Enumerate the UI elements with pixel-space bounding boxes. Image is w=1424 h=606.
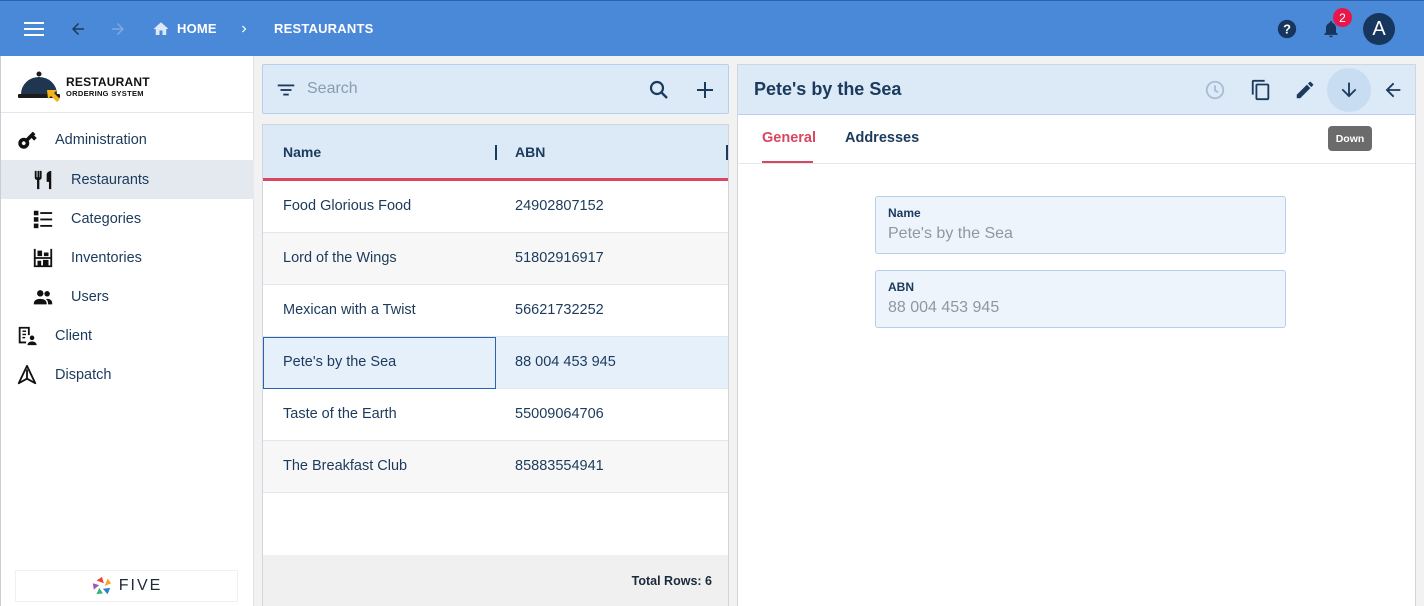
table-row[interactable]: Mexican with a Twist 56621732252 [263, 285, 728, 337]
svg-text:?: ? [1283, 22, 1291, 37]
forward-arrow-icon[interactable] [104, 15, 132, 43]
cell-name: Food Glorious Food [283, 198, 412, 214]
cell-name: Taste of the Earth [283, 406, 397, 422]
field-value: Pete's by the Sea [888, 225, 1013, 242]
menu-icon[interactable] [20, 15, 48, 43]
cloche-logo-icon [18, 71, 60, 102]
client-icon [15, 324, 39, 348]
copy-icon[interactable] [1247, 76, 1275, 104]
tab-addresses[interactable]: Addresses [845, 130, 919, 146]
sidebar-item-administration[interactable]: Administration [1, 120, 254, 159]
table-footer: Total Rows: 6 [263, 555, 728, 606]
cutlery-icon [31, 168, 55, 192]
top-app-bar: HOME RESTAURANTS ? 2 A [0, 0, 1424, 56]
sidebar-item-label: Inventories [71, 249, 142, 266]
category-list-icon [31, 207, 55, 231]
sidebar-item-label: Dispatch [55, 366, 112, 383]
cell-name: Mexican with a Twist [283, 302, 416, 318]
sidebar-item-label: Administration [55, 131, 147, 148]
cell-abn: 51802916917 [515, 250, 604, 266]
column-header-abn[interactable]: ABN [515, 144, 545, 160]
logo-subtitle: ORDERING SYSTEM [66, 89, 144, 98]
column-header-name[interactable]: Name [283, 144, 321, 160]
logo-title: RESTAURANT [66, 75, 150, 89]
sidebar-item-label: Categories [71, 210, 142, 227]
field-label: Name [888, 206, 921, 220]
table-row[interactable]: Food Glorious Food 24902807152 [263, 181, 728, 233]
sidebar-item-label: Restaurants [71, 171, 150, 188]
detail-title: Pete's by the Sea [754, 79, 902, 99]
down-tooltip: Down [1328, 126, 1372, 151]
shelf-icon [31, 246, 55, 270]
add-icon[interactable] [693, 78, 717, 102]
tab-general[interactable]: General [762, 130, 816, 146]
cell-abn: 24902807152 [515, 198, 604, 214]
sidebar-item-restaurants[interactable]: Restaurants [1, 160, 254, 199]
notification-badge: 2 [1333, 8, 1352, 27]
app-logo: RESTAURANT ORDERING SYSTEM [15, 68, 235, 114]
restaurants-table: Name ABN Food Glorious Food 24902807152 … [262, 124, 729, 606]
detail-panel: Pete's by the Sea General Addresses Down… [737, 64, 1416, 606]
cell-abn: 88 004 453 945 [515, 354, 616, 370]
dispatch-icon [15, 363, 39, 387]
cell-name: Lord of the Wings [283, 250, 397, 266]
sidebar-item-label: Users [71, 288, 109, 305]
table-row[interactable]: The Breakfast Club 85883554941 [263, 441, 728, 493]
table-row[interactable]: Lord of the Wings 51802916917 [263, 233, 728, 285]
cell-name: Pete's by the Sea [283, 354, 397, 370]
key-icon [15, 128, 39, 152]
field-label: ABN [888, 280, 914, 294]
field-value: 88 004 453 945 [888, 299, 1000, 316]
breadcrumb-current: RESTAURANTS [274, 21, 374, 36]
search-icon[interactable] [647, 78, 671, 102]
cell-abn: 55009064706 [515, 406, 604, 422]
sidebar: RESTAURANT ORDERING SYSTEM Administratio… [0, 56, 254, 606]
sidebar-item-label: Client [55, 327, 93, 344]
cell-abn: 85883554941 [515, 458, 604, 474]
sidebar-item-users[interactable]: Users [1, 277, 254, 316]
table-header: Name ABN [263, 125, 728, 181]
filter-icon[interactable] [275, 79, 297, 101]
column-resize-handle[interactable] [495, 145, 497, 160]
users-icon [31, 285, 55, 309]
detail-tabs: General Addresses [738, 115, 1415, 164]
sidebar-item-dispatch[interactable]: Dispatch [1, 355, 254, 394]
table-row-selected[interactable]: Pete's by the Sea 88 004 453 945 [263, 337, 728, 389]
sidebar-item-inventories[interactable]: Inventories [1, 238, 254, 277]
back-arrow-icon[interactable] [64, 15, 92, 43]
edit-pencil-icon[interactable] [1291, 76, 1319, 104]
abn-field[interactable]: ABN 88 004 453 945 [875, 270, 1286, 328]
five-brand-logo: FIVE [15, 570, 238, 602]
sidebar-item-client[interactable]: Client [1, 316, 254, 355]
close-back-arrow-icon[interactable] [1379, 76, 1407, 104]
help-icon[interactable]: ? [1273, 15, 1301, 43]
divider [1, 112, 254, 113]
home-icon[interactable] [147, 15, 175, 43]
five-star-icon [92, 576, 111, 595]
total-rows: Total Rows: 6 [631, 574, 712, 588]
arrow-down-icon[interactable] [1327, 68, 1371, 112]
user-avatar[interactable]: A [1363, 13, 1395, 45]
detail-header: Pete's by the Sea [738, 65, 1415, 115]
search-input[interactable]: Search [307, 80, 358, 98]
history-clock-icon[interactable] [1201, 76, 1229, 104]
breadcrumb-home[interactable]: HOME [177, 21, 217, 36]
sidebar-item-categories[interactable]: Categories [1, 199, 254, 238]
cell-abn: 56621732252 [515, 302, 604, 318]
active-tab-indicator [762, 161, 813, 163]
column-resize-handle[interactable] [726, 145, 728, 160]
brand-name: FIVE [118, 577, 163, 594]
name-field[interactable]: Name Pete's by the Sea [875, 196, 1286, 254]
table-row[interactable]: Taste of the Earth 55009064706 [263, 389, 728, 441]
list-search-bar: Search [262, 64, 729, 114]
chevron-right-icon [230, 15, 258, 43]
cell-name: The Breakfast Club [283, 458, 408, 474]
